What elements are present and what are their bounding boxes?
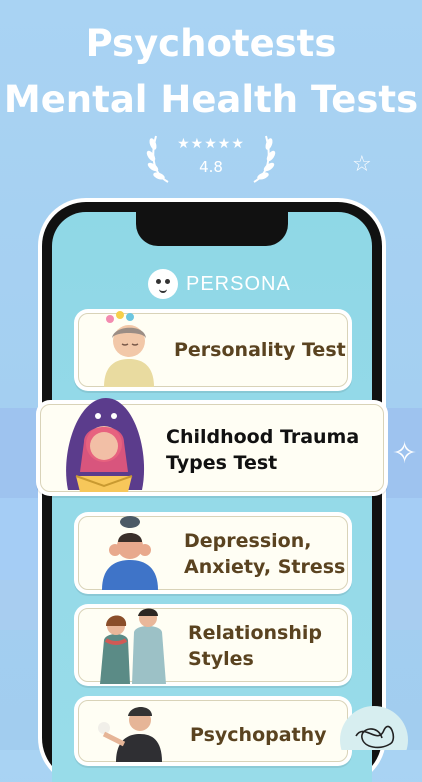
test-card-label: Personality Test [174, 339, 346, 361]
test-card-label: Psychopathy [190, 724, 327, 746]
man-with-skull-illustration [98, 707, 162, 762]
test-card-depression[interactable]: Depression, Anxiety, Stress [74, 512, 352, 594]
scribble-icon [340, 706, 408, 750]
test-card-relationship[interactable]: Relationship Styles [74, 604, 352, 686]
couple-illustration [100, 608, 166, 684]
laurel-left-icon [146, 135, 169, 183]
test-card-personality[interactable]: Personality Test [74, 309, 352, 391]
headline-title: Psychotests [85, 22, 337, 65]
test-card-psychopathy[interactable]: Psychopathy [74, 696, 352, 766]
app-brand: PERSONA [148, 268, 291, 300]
test-card-label: Relationship [188, 622, 322, 644]
test-card-label: Types Test [166, 452, 278, 474]
headline-subtitle: Mental Health Tests [3, 78, 419, 121]
sad-girl-illustration [66, 398, 145, 492]
stressed-man-illustration [102, 516, 158, 590]
test-card-label: Childhood Trauma [166, 426, 360, 448]
laurel-right-icon [253, 135, 276, 183]
rating-stars: ★★★★★ [177, 136, 245, 152]
rating-badge: ★★★★★ 4.8 [146, 128, 276, 184]
test-card-label: Styles [188, 648, 254, 670]
test-card-childhood-trauma[interactable]: Childhood Trauma Types Test [36, 398, 388, 496]
rating-score: 4.8 [199, 158, 223, 176]
test-card-label: Depression, [184, 530, 312, 552]
persona-logo-icon [148, 269, 178, 299]
woman-illustration [104, 311, 154, 387]
test-card-label: Anxiety, Stress [184, 556, 346, 578]
sparkle-icon: ✧ [392, 436, 418, 471]
brand-name: PERSONA [186, 272, 291, 295]
sparkle-icon: ☆ [352, 152, 372, 177]
phone-notch [136, 212, 288, 246]
